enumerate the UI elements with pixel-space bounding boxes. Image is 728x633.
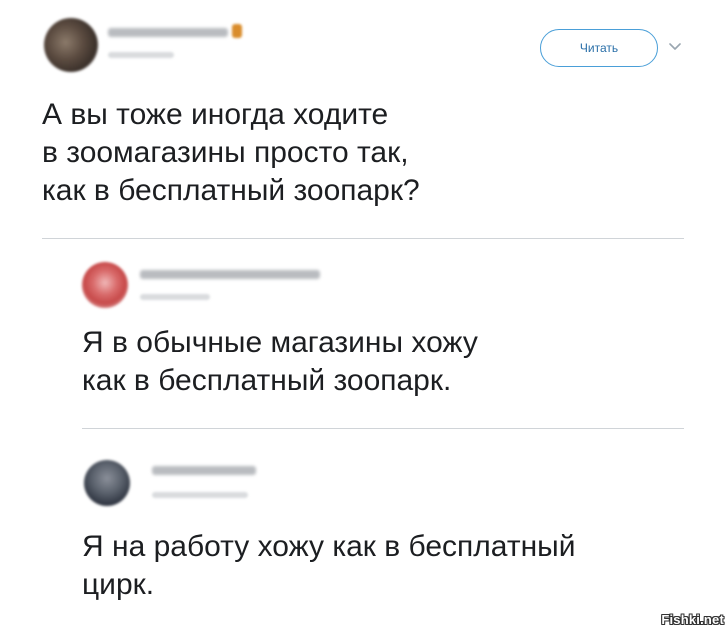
reply-text: Я на работу хожу как в бесплатный цирк. bbox=[82, 528, 575, 604]
reply-text-line: Я в обычные магазины хожу bbox=[82, 326, 478, 359]
divider bbox=[42, 238, 684, 239]
reply-avatar[interactable] bbox=[82, 262, 128, 308]
reply-author-name-blurred[interactable] bbox=[152, 466, 256, 475]
tweet-text-line: А вы тоже иногда ходите bbox=[42, 98, 389, 131]
chevron-down-icon[interactable] bbox=[669, 42, 681, 52]
author-avatar[interactable] bbox=[44, 18, 98, 72]
author-name-blurred[interactable] bbox=[108, 28, 228, 37]
follow-button-label: Читать bbox=[579, 41, 619, 55]
reply-text-line: Я на работу хожу как в бесплатный bbox=[82, 530, 576, 563]
reply-author-handle-blurred bbox=[152, 492, 248, 498]
follow-button[interactable]: Читать bbox=[540, 29, 658, 67]
watermark: Fishki.net bbox=[661, 612, 724, 627]
reply-text: Я в обычные магазины хожу как в бесплатн… bbox=[82, 324, 478, 400]
reply-author-handle-blurred bbox=[140, 294, 210, 300]
divider bbox=[82, 428, 684, 429]
reply-text-line: цирк. bbox=[82, 568, 155, 601]
tweet-text-line: как в бесплатный зоопарк? bbox=[42, 174, 420, 207]
reply-author-name-blurred[interactable] bbox=[140, 270, 320, 279]
author-handle-blurred bbox=[108, 52, 174, 58]
tweet-text-line: в зоомагазины просто так, bbox=[42, 136, 409, 169]
reply-avatar[interactable] bbox=[84, 460, 130, 506]
author-badge-blurred bbox=[232, 24, 242, 38]
tweet-text: А вы тоже иногда ходите в зоомагазины пр… bbox=[42, 96, 420, 210]
reply-text-line: как в бесплатный зоопарк. bbox=[82, 364, 452, 397]
